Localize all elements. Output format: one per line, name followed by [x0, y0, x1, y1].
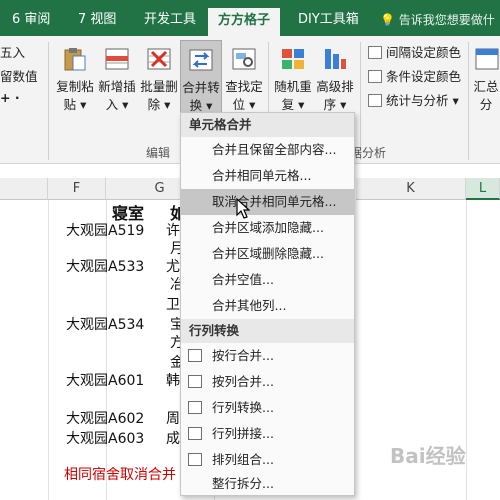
menu-item-row-column-join[interactable]: 行列拼接...: [181, 421, 354, 447]
tab-developer[interactable]: 开发工具: [144, 0, 196, 36]
cell-name[interactable]: 周: [166, 408, 180, 428]
batch-delete-button[interactable]: 批量删 除 ▾: [139, 40, 179, 124]
cell-dorm[interactable]: 大观园A601: [66, 370, 144, 390]
gridline: [106, 200, 107, 500]
ribbon-separator: [468, 42, 469, 160]
ribbon-partial-round[interactable]: 五入: [0, 42, 25, 61]
condition-color-item[interactable]: 条件设定颜色: [368, 66, 461, 85]
cell-name[interactable]: 韩: [166, 370, 180, 390]
cell-name[interactable]: 成: [166, 428, 180, 448]
menu-item-merge-add-hidden[interactable]: 合并区域添加隐藏...: [181, 215, 354, 241]
random-grid-icon: [282, 49, 304, 69]
group-label-edit: 编辑: [146, 146, 171, 160]
menu-section-cell-merge: 单元格合并: [181, 113, 354, 137]
column-header-K[interactable]: K: [356, 178, 466, 200]
menu-section-row-column: 行列转换: [181, 319, 354, 343]
stats-analysis-item[interactable]: 统计与分析 ▾: [368, 90, 459, 109]
menu-item-transpose[interactable]: 行列转换...: [181, 395, 354, 421]
menu-item-merge-by-column[interactable]: 按列合并...: [181, 369, 354, 395]
ribbon-partial-keep-value[interactable]: 留数值: [0, 66, 38, 85]
cell-dorm[interactable]: 大观园A533: [66, 256, 144, 276]
ribbon-tab-bar: 6 审阅 7 视图 开发工具 方方格子 DIY工具箱 💡 告诉我您想要做什: [0, 0, 500, 36]
merge-cells-icon: [189, 49, 213, 71]
tab-diy-toolbox[interactable]: DIY工具箱: [298, 0, 359, 36]
split-icon: [188, 477, 202, 490]
gridline: [48, 200, 49, 500]
condition-color-icon: [368, 70, 382, 83]
menu-item-unmerge-same[interactable]: 取消合并相同单元格...: [181, 189, 354, 215]
menu-item-merge-remove-hidden[interactable]: 合并区域删除隐藏...: [181, 241, 354, 267]
ribbon-separator: [48, 42, 49, 160]
column-header-L[interactable]: L: [466, 178, 500, 200]
stats-icon: [368, 94, 382, 107]
columns-icon: [188, 375, 202, 388]
sort-icon: [325, 49, 346, 69]
note-text[interactable]: 相同宿舍取消合并: [64, 464, 176, 484]
tab-fangfang[interactable]: 方方格子: [208, 8, 281, 36]
transpose-icon: [188, 401, 202, 414]
cell-name[interactable]: 卫: [166, 294, 180, 314]
menu-item-merge-by-row[interactable]: 按行合并...: [181, 343, 354, 369]
summary-icon: [475, 48, 499, 70]
rows-icon: [188, 349, 202, 362]
lightbulb-icon: 💡: [380, 13, 395, 27]
menu-item-merge-same[interactable]: 合并相同单元格...: [181, 163, 354, 189]
copy-paste-button[interactable]: 复制粘 贴 ▾: [55, 40, 95, 124]
menu-item-merge-keep-all[interactable]: 合并且保留全部内容...: [181, 137, 354, 163]
ribbon-separator: [360, 42, 361, 160]
gridline: [466, 200, 467, 500]
insert-button[interactable]: 新增插 入 ▾: [97, 40, 137, 124]
column-header-F[interactable]: F: [48, 178, 106, 200]
delete-grid-icon: [147, 48, 171, 70]
interval-color-icon: [368, 46, 382, 59]
insert-rows-icon: [105, 48, 129, 70]
tab-view[interactable]: 7 视图: [78, 0, 116, 36]
cell-name[interactable]: 尤: [166, 256, 180, 276]
column-header-E[interactable]: [0, 178, 48, 200]
summary-button[interactable]: 汇总 分: [472, 40, 500, 124]
cell-dorm[interactable]: 大观园A519: [66, 220, 144, 240]
ribbon-partial-plus[interactable]: + ·: [0, 90, 20, 105]
interval-color-item[interactable]: 间隔设定颜色: [368, 42, 461, 61]
cell-dorm[interactable]: 大观园A603: [66, 428, 144, 448]
merge-convert-menu: 单元格合并 合并且保留全部内容... 合并相同单元格... 取消合并相同单元格.…: [180, 112, 355, 496]
tab-review[interactable]: 6 审阅: [12, 0, 50, 36]
find-icon: [232, 48, 256, 70]
clipboard-icon: [64, 48, 86, 71]
cell-name[interactable]: 许: [166, 220, 180, 240]
menu-item-merge-empty[interactable]: 合并空值...: [181, 267, 354, 293]
menu-item-permutation[interactable]: 排列组合...: [181, 447, 354, 473]
tell-me-text: 告诉我您想要做什: [398, 13, 495, 27]
menu-item-merge-other-columns[interactable]: 合并其他列...: [181, 293, 354, 319]
tell-me-search[interactable]: 💡 告诉我您想要做什: [380, 0, 495, 36]
join-icon: [188, 427, 202, 440]
permutation-icon: [188, 453, 202, 466]
cell-dorm[interactable]: 大观园A602: [66, 408, 144, 428]
watermark-logo: Bai经验: [390, 444, 466, 468]
cell-dorm[interactable]: 大观园A534: [66, 314, 144, 334]
mouse-cursor-icon: [236, 198, 250, 219]
menu-item-split-rows[interactable]: 整行拆分...: [181, 471, 354, 497]
